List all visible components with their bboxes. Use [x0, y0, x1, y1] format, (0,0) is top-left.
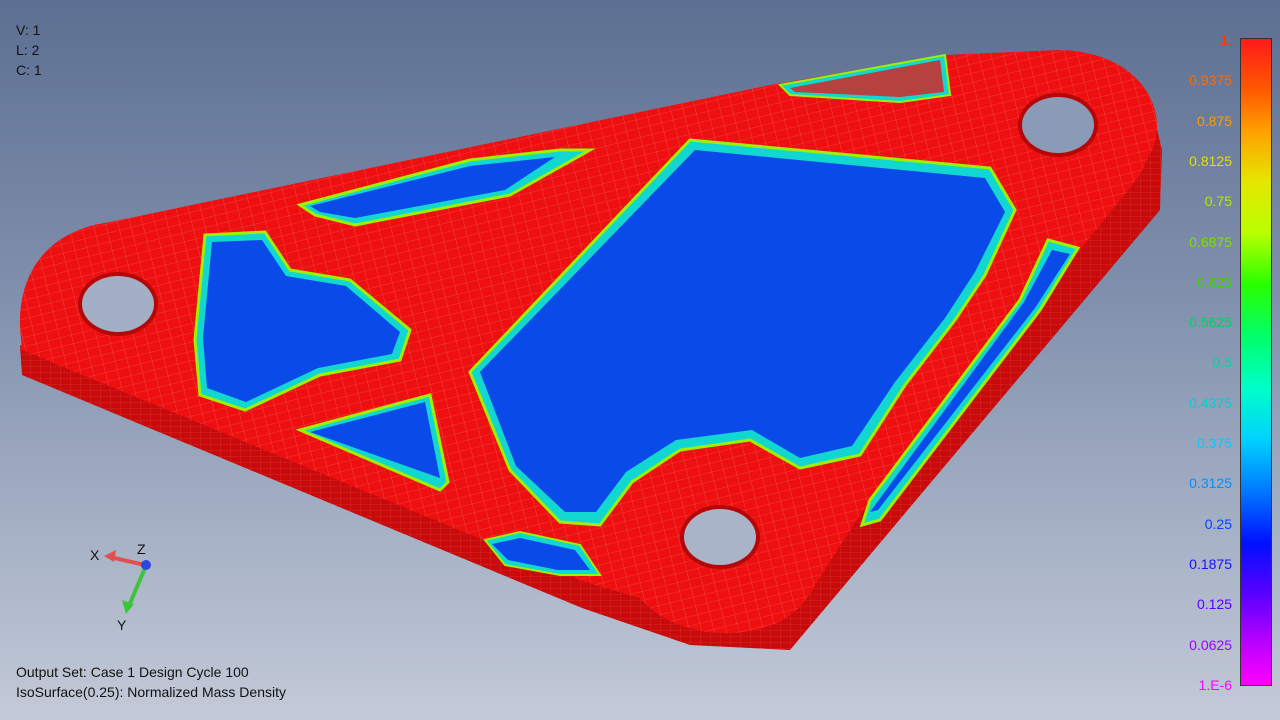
- contour-label: IsoSurface(0.25): Normalized Mass Densit…: [16, 684, 286, 700]
- legend-label: 0.125: [1196, 596, 1232, 613]
- legend-label: 0.875: [1196, 112, 1232, 129]
- legend-label: 0.1875: [1189, 555, 1232, 572]
- graphics-viewport[interactable]: X Y Z V: 1 L: 2 C: 1 Output Set: Case 1 …: [0, 0, 1280, 720]
- legend-label: 0.625: [1196, 273, 1232, 290]
- output-info: Output Set: Case 1 Design Cycle 100 IsoS…: [16, 662, 286, 702]
- layer-number: L: 2: [16, 42, 40, 58]
- legend-label: 0.5: [1212, 354, 1232, 371]
- legend-label: 0.3125: [1189, 475, 1232, 492]
- model-render: X Y Z: [19, 50, 1162, 650]
- legend-label: 0.0625: [1189, 636, 1232, 653]
- legend-label: 0.4375: [1189, 394, 1232, 411]
- triad-y-label: Y: [117, 617, 127, 633]
- legend-label: 0.25: [1204, 515, 1232, 532]
- legend-label: 0.375: [1196, 435, 1232, 451]
- contour-legend: 1. 0.9375 0.875 0.8125 0.75 0.6875 0.625 0.5625…: [1176, 30, 1280, 693]
- output-set-label: Output Set: Case 1 Design Cycle 100: [16, 664, 249, 680]
- legend-label: 1.E-6: [1198, 676, 1232, 693]
- legend-color-bar: [1240, 38, 1272, 686]
- legend-label: 0.8125: [1189, 152, 1232, 169]
- view-number: V: 1: [16, 22, 41, 38]
- triad-x-label: X: [90, 547, 100, 563]
- legend-label: 0.6875: [1189, 233, 1232, 250]
- legend-label: 1.: [1220, 32, 1232, 48]
- color-number: C: 1: [16, 62, 42, 78]
- triad-z-label: Z: [137, 541, 146, 557]
- view-info: V: 1 L: 2 C: 1: [16, 20, 42, 80]
- legend-label: 0.5625: [1189, 314, 1232, 331]
- coordinate-triad: X Y Z: [90, 541, 151, 633]
- legend-label: 0.75: [1204, 193, 1232, 210]
- legend-label: 0.9375: [1189, 72, 1232, 89]
